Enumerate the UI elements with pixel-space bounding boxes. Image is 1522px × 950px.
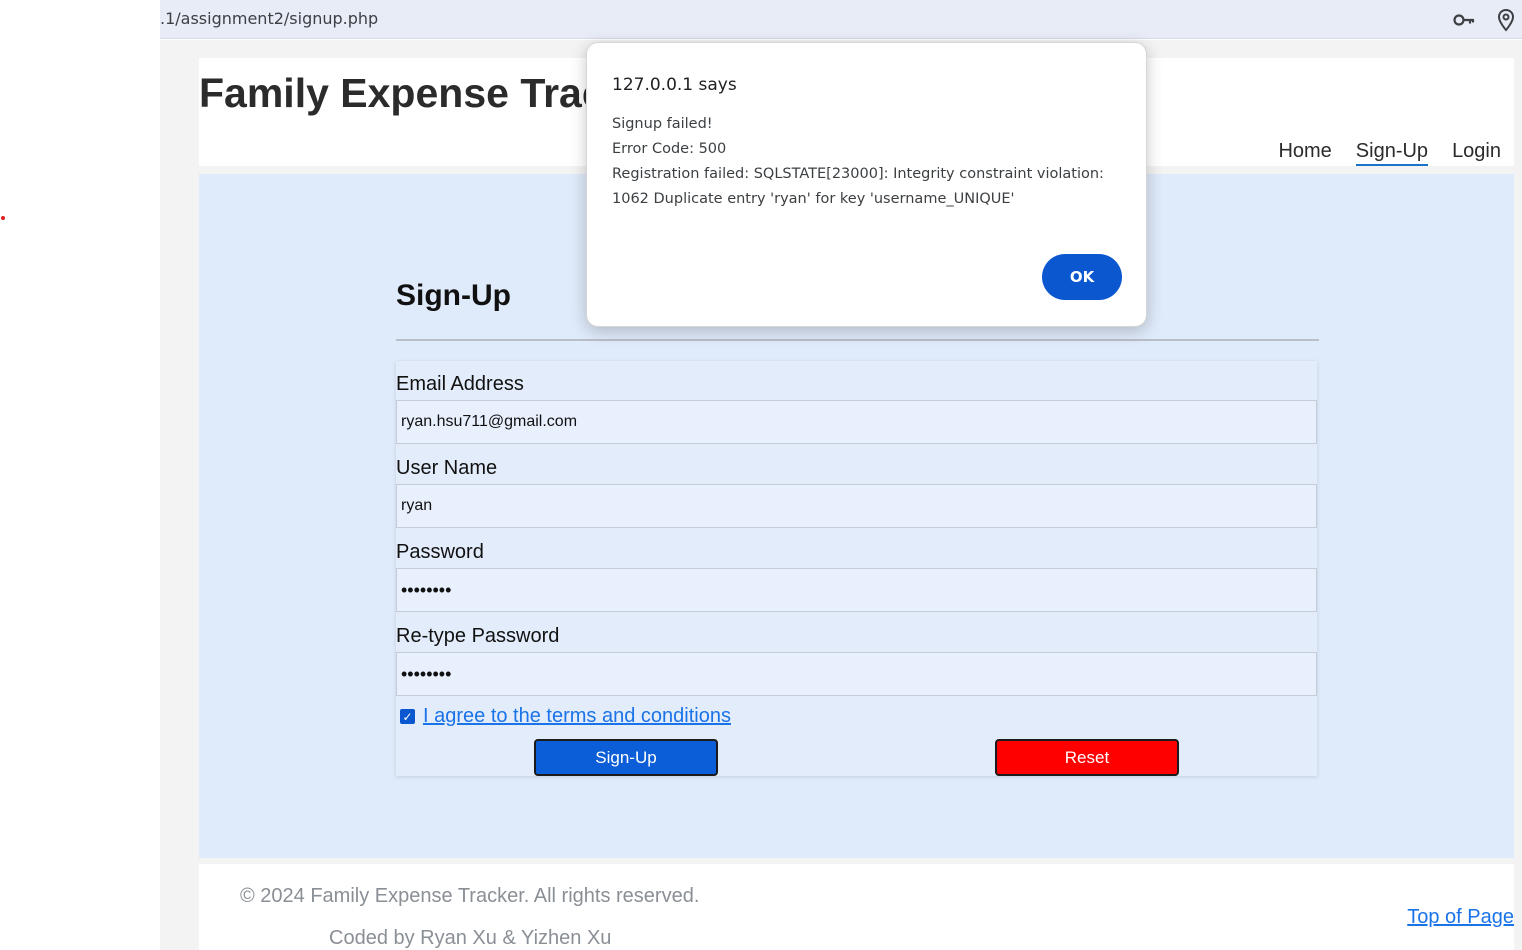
nav-signup[interactable]: Sign-Up — [1355, 140, 1429, 166]
red-dot-marker — [1, 216, 5, 220]
retype-password-field[interactable]: •••••••• — [396, 652, 1317, 696]
top-of-page-link[interactable]: Top of Page — [1407, 906, 1514, 929]
main-nav: Home Sign-Up Login — [1278, 140, 1501, 166]
dialog-title: 127.0.0.1 says — [612, 75, 737, 95]
password-field[interactable]: •••••••• — [396, 568, 1317, 612]
dialog-message: Signup failed! Error Code: 500 Registrat… — [612, 112, 1104, 212]
retype-password-label: Re-type Password — [396, 625, 560, 647]
browser-address-bar[interactable]: .1/assignment2/signup.php — [160, 0, 1522, 39]
nav-home[interactable]: Home — [1278, 140, 1331, 166]
dialog-line-3: Registration failed: SQLSTATE[23000]: In… — [612, 166, 1104, 182]
username-label: User Name — [396, 457, 498, 479]
password-label: Password — [396, 541, 484, 563]
location-pin-icon[interactable] — [1494, 8, 1518, 32]
signup-button[interactable]: Sign-Up — [534, 739, 718, 776]
dialog-line-4: 1062 Duplicate entry 'ryan' for key 'use… — [612, 191, 1015, 207]
site-title: Family Expense Trac — [199, 70, 605, 116]
url-text[interactable]: .1/assignment2/signup.php — [160, 9, 378, 28]
key-icon[interactable] — [1452, 8, 1476, 32]
coded-by-text: Coded by Ryan Xu & Yizhen Xu — [329, 927, 612, 949]
reset-button[interactable]: Reset — [995, 739, 1179, 776]
alert-dialog: 127.0.0.1 says Signup failed! Error Code… — [586, 42, 1147, 327]
terms-checkbox[interactable]: ✓ — [400, 709, 415, 724]
terms-row: ✓ I agree to the terms and conditions — [400, 705, 731, 728]
dialog-line-1: Signup failed! — [612, 116, 713, 132]
terms-link[interactable]: I agree to the terms and conditions — [423, 705, 731, 728]
title-divider — [396, 339, 1319, 341]
ok-button[interactable]: OK — [1042, 254, 1122, 300]
email-field[interactable]: ryan.hsu711@gmail.com — [396, 400, 1317, 444]
dialog-line-2: Error Code: 500 — [612, 141, 727, 157]
copyright-text: © 2024 Family Expense Tracker. All right… — [240, 885, 700, 907]
email-label: Email Address — [396, 373, 524, 395]
username-field[interactable]: ryan — [396, 484, 1317, 528]
site-footer: © 2024 Family Expense Tracker. All right… — [199, 864, 1514, 950]
nav-login[interactable]: Login — [1452, 140, 1501, 166]
signup-form: Email Address ryan.hsu711@gmail.com User… — [396, 361, 1317, 776]
left-blank-area — [0, 0, 160, 950]
form-title: Sign-Up — [396, 279, 511, 312]
